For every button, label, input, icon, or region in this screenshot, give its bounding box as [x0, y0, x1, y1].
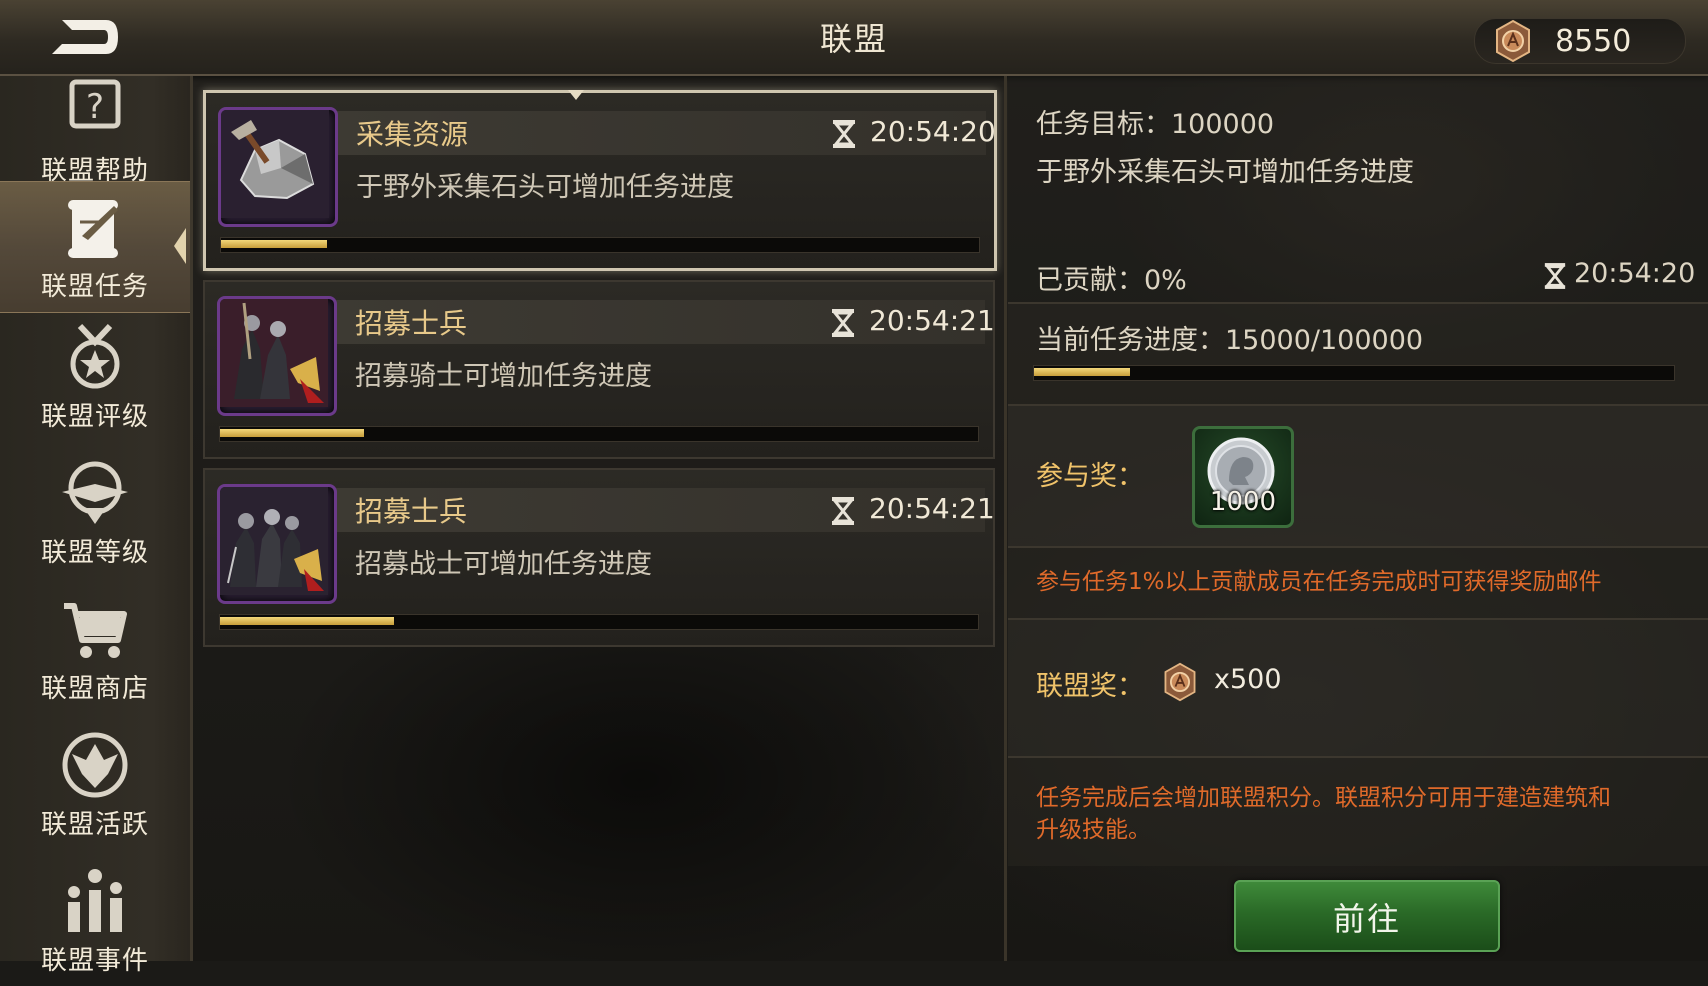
task-card[interactable]: 采集资源 20:54:20 于野外采集石头可增加任务进度 — [203, 90, 997, 271]
sidebar-item-shop[interactable]: 联盟商店 — [0, 584, 190, 714]
eagle-crest-icon — [62, 732, 128, 798]
shopping-cart-icon — [64, 603, 127, 658]
alliance-points-value: 8550 — [1555, 24, 1632, 59]
go-button-label: 前往 — [1332, 900, 1401, 938]
selection-caret — [568, 90, 584, 100]
reward-item-tile[interactable]: 1000 — [1192, 426, 1294, 528]
detail-timer: 20:54:20 — [1574, 258, 1696, 289]
page-title: 联盟 — [819, 20, 888, 58]
task-description: 招募骑士可增加任务进度 — [355, 361, 652, 392]
task-progress-bar — [220, 237, 980, 253]
task-description: 招募战士可增加任务进度 — [355, 549, 652, 580]
winged-emblem-icon — [62, 461, 128, 524]
sidebar-item-label: 联盟事件 — [40, 946, 149, 976]
panel-divider — [1004, 76, 1007, 961]
sidebar-item-label: 联盟商店 — [40, 674, 149, 704]
sidebar-item-tasks[interactable]: 联盟任务 — [0, 181, 190, 313]
detail-progress-fill — [1034, 368, 1130, 376]
task-progress-fill — [220, 617, 395, 625]
event-chart-icon — [68, 869, 122, 932]
task-name: 招募士兵 — [355, 307, 468, 340]
task-progress-fill — [221, 240, 328, 248]
participation-reward-label: 参与奖： — [1036, 461, 1144, 492]
footer-note-line2: 升级技能。 — [1036, 817, 1151, 843]
sidebar-item-label: 联盟任务 — [40, 272, 149, 302]
task-card[interactable]: 招募士兵 20:54:21 招募骑士可增加任务进度 — [203, 280, 995, 459]
sidebar-item-label: 联盟评级 — [40, 402, 149, 432]
task-progress-bar — [219, 614, 979, 630]
svg-text:?: ? — [86, 87, 104, 127]
alliance-medal-icon — [1164, 662, 1196, 702]
stone-ore-icon — [218, 107, 338, 227]
alliance-medal-icon — [1496, 19, 1530, 63]
scroll-quill-icon — [68, 200, 118, 258]
hourglass-icon — [1544, 263, 1566, 289]
task-card[interactable]: 招募士兵 20:54:21 招募战士可增加任务进度 — [203, 468, 995, 647]
task-timer: 20:54:21 — [869, 492, 995, 525]
current-task-progress: 当前任务进度：15000/100000 — [1036, 325, 1424, 356]
alliance-reward-quantity: x500 — [1214, 664, 1282, 695]
go-button[interactable]: 前往 — [1234, 880, 1500, 952]
task-progress-bar — [219, 426, 979, 442]
sidebar-item-events[interactable]: 联盟事件 — [0, 856, 190, 986]
participation-note: 参与任务1%以上贡献成员在任务完成时可获得奖励邮件 — [1036, 569, 1602, 595]
task-name: 采集资源 — [356, 118, 469, 151]
warriors-horn-icon — [217, 484, 337, 604]
task-goal: 任务目标：100000 — [1036, 109, 1275, 140]
sidebar-item-help[interactable]: ? 联盟帮助 — [0, 66, 190, 196]
help-book-icon: ? — [69, 79, 121, 129]
sidebar-item-label: 联盟活跃 — [40, 810, 149, 840]
contribution-percent: 已贡献：0% — [1036, 265, 1187, 296]
sidebar-item-rating[interactable]: 联盟评级 — [0, 312, 190, 442]
hourglass-icon — [832, 120, 856, 148]
hourglass-icon — [831, 309, 855, 337]
sidebar: ? 联盟帮助 联盟任务 联盟评级 联盟等级 联盟商店 联盟活跃 联盟事件 — [0, 76, 193, 976]
hourglass-icon — [831, 497, 855, 525]
sidebar-item-label: 联盟等级 — [40, 538, 149, 568]
alliance-points-display: 8550 — [1474, 18, 1686, 64]
reward-quantity: 1000 — [1209, 487, 1277, 517]
knights-horn-icon — [217, 296, 337, 416]
top-bar: 联盟 8550 — [0, 0, 1708, 76]
footer-note-line1: 任务完成后会增加联盟积分。联盟积分可用于建造建筑和 — [1036, 785, 1611, 811]
star-medal-icon — [70, 323, 120, 389]
active-indicator — [174, 228, 186, 264]
task-name: 招募士兵 — [355, 495, 468, 528]
task-progress-fill — [220, 429, 365, 437]
detail-progress-bar — [1033, 365, 1675, 381]
task-timer: 20:54:21 — [869, 304, 995, 337]
sidebar-item-activity[interactable]: 联盟活跃 — [0, 720, 190, 850]
sidebar-item-level[interactable]: 联盟等级 — [0, 448, 190, 578]
task-description: 于野外采集石头可增加任务进度 — [356, 172, 734, 203]
alliance-reward-label: 联盟奖： — [1036, 671, 1144, 702]
task-timer: 20:54:20 — [870, 115, 996, 148]
task-goal-description: 于野外采集石头可增加任务进度 — [1036, 157, 1414, 188]
